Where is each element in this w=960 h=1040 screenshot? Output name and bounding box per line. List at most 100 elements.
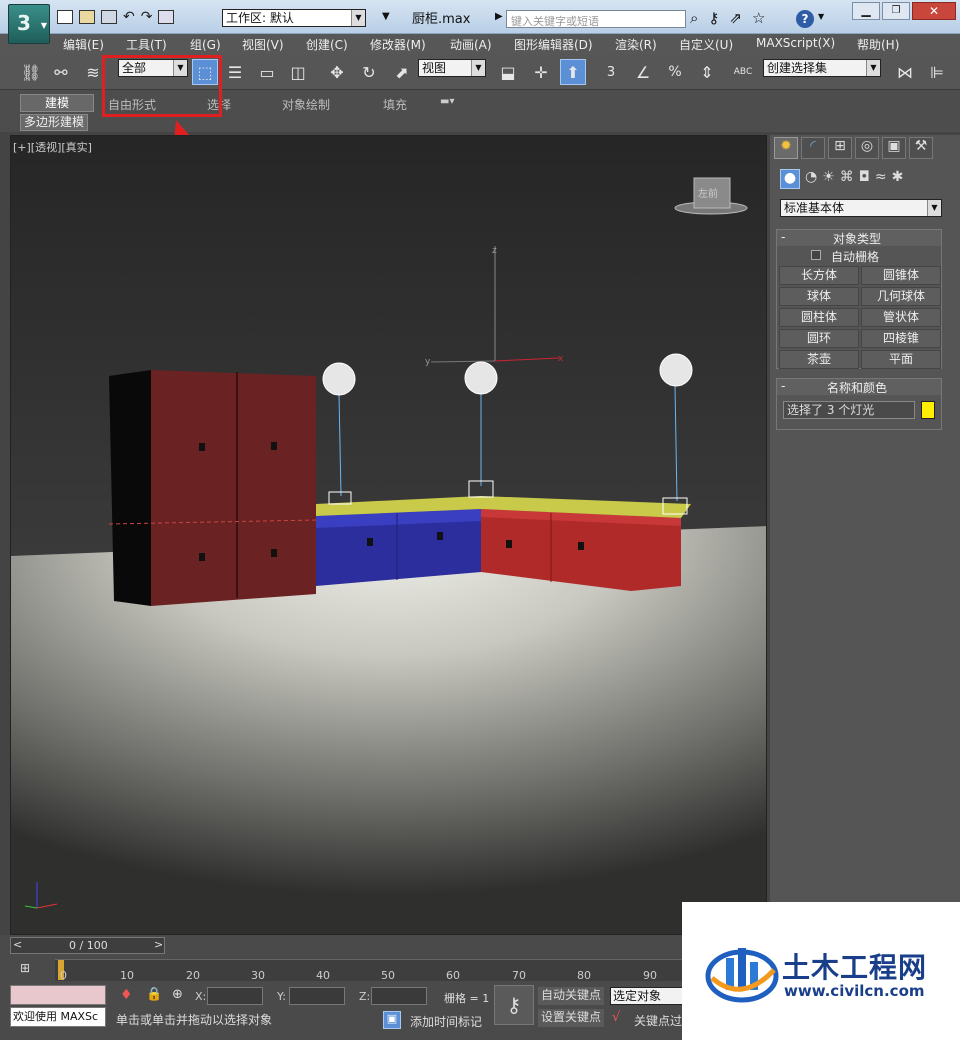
link-icon[interactable]: ⛓ (18, 59, 44, 85)
menu-animation[interactable]: 动画(A) (450, 36, 492, 53)
move-icon[interactable]: ✥ (324, 59, 350, 85)
menu-tools[interactable]: 工具(T) (126, 36, 167, 53)
help-button[interactable]: ? (796, 10, 814, 28)
select-manipulate-icon[interactable]: ✛ (528, 59, 554, 85)
hierarchy-tab-icon[interactable]: ⊞ (828, 137, 852, 159)
create-tab-icon[interactable]: ✹ (774, 137, 798, 159)
menu-edit[interactable]: 编辑(E) (63, 36, 104, 53)
track-filter-icon[interactable]: ⊞ (20, 961, 30, 975)
tab-modeling[interactable]: 建模 (20, 94, 94, 112)
spacewarps-icon[interactable]: ≈ (875, 169, 887, 189)
snap-toggle-icon[interactable]: 3 (598, 59, 624, 85)
search-arrow-icon[interactable]: ▶ (495, 11, 503, 22)
close-button[interactable]: ✕ (912, 2, 956, 20)
utilities-tab-icon[interactable]: ⚒ (909, 137, 933, 159)
search-input[interactable]: 键入关键字或短语 (506, 10, 686, 28)
open-folder-icon[interactable] (79, 10, 95, 24)
autogrid-checkbox[interactable] (811, 250, 821, 260)
spinner-snap-icon[interactable]: ⇕ (694, 59, 720, 85)
key-mode-button[interactable]: ⚷ (494, 985, 534, 1025)
align-icon[interactable]: ⊫ (924, 59, 950, 85)
minimize-button[interactable]: ▁ (852, 2, 880, 20)
rect-selection-icon[interactable]: ▭ (254, 59, 280, 85)
named-selection-dropdown[interactable]: 创建选择集 ▼ (763, 59, 881, 77)
window-crossing-icon[interactable]: ◫ (285, 59, 311, 85)
y-coord-field[interactable] (289, 987, 345, 1005)
project-icon[interactable] (158, 10, 175, 24)
reference-coord-dropdown[interactable]: 视图 ▼ (418, 59, 486, 77)
ribbon-options-icon[interactable]: ▬▾ (440, 96, 454, 107)
menu-create[interactable]: 创建(C) (306, 36, 348, 53)
key-filters-button[interactable]: 关键点过 (634, 1012, 682, 1029)
primitive-type-dropdown[interactable]: 标准基本体 ▼ (780, 199, 942, 217)
cone-button[interactable]: 圆锥体 (861, 266, 941, 285)
motion-tab-icon[interactable]: ◎ (855, 137, 879, 159)
exchange-icon[interactable]: ⇗ (729, 9, 742, 27)
geometry-icon[interactable]: ● (780, 169, 800, 189)
menu-rendering[interactable]: 渲染(R) (615, 36, 657, 53)
box-button[interactable]: 长方体 (779, 266, 859, 285)
edit-named-sel-icon[interactable]: ABC (730, 59, 756, 85)
next-frame-icon[interactable]: > (154, 938, 163, 951)
star-icon[interactable]: ☆ (752, 9, 765, 27)
cylinder-button[interactable]: 圆柱体 (779, 308, 859, 327)
redo-icon[interactable]: ↷ (141, 10, 153, 24)
key-filters-icon[interactable]: √ (612, 1010, 620, 1025)
time-tag-icon[interactable]: ▣ (383, 1011, 401, 1029)
pyramid-button[interactable]: 四棱锥 (861, 329, 941, 348)
add-time-tag-button[interactable]: 添加时间标记 (410, 1013, 482, 1030)
menu-modifiers[interactable]: 修改器(M) (370, 36, 426, 53)
save-icon[interactable] (101, 10, 117, 24)
object-name-field[interactable]: 选择了 3 个灯光 (783, 401, 915, 419)
lights-icon[interactable]: ☀ (822, 169, 835, 189)
menu-views[interactable]: 视图(V) (242, 36, 284, 53)
pivot-icon[interactable]: ⬓ (495, 59, 521, 85)
app-logo-button[interactable]: 3 ▼ (8, 4, 50, 44)
rollout-header[interactable]: - 对象类型 (777, 230, 941, 246)
menu-customize[interactable]: 自定义(U) (679, 36, 733, 53)
new-file-icon[interactable] (57, 10, 73, 24)
time-slider[interactable]: < 0 / 100 > (10, 937, 165, 954)
chevron-down-icon[interactable]: ▼ (818, 12, 824, 21)
unlink-icon[interactable]: ⚯ (48, 59, 74, 85)
auto-key-button[interactable]: 自动关键点 (538, 987, 604, 1005)
keyboard-shortcut-icon[interactable]: ⬆ (560, 59, 586, 85)
menu-maxscript[interactable]: MAXScript(X) (756, 36, 835, 50)
maximize-button[interactable]: ❐ (882, 2, 910, 20)
lock-icon[interactable]: 🔒 (146, 987, 162, 1002)
key-icon[interactable]: ⚷ (708, 9, 719, 27)
tab-object-paint[interactable]: 对象绘制 (282, 96, 330, 113)
object-color-swatch[interactable] (921, 401, 935, 419)
menu-help[interactable]: 帮助(H) (857, 36, 899, 53)
rotate-icon[interactable]: ↻ (356, 59, 382, 85)
tall-cabinet[interactable] (108, 370, 317, 606)
tube-button[interactable]: 管状体 (861, 308, 941, 327)
display-tab-icon[interactable]: ▣ (882, 137, 906, 159)
geosphere-button[interactable]: 几何球体 (861, 287, 941, 306)
mirror-icon[interactable]: ⋈ (892, 59, 918, 85)
dropdown-arrow-icon[interactable]: ▼ (382, 11, 390, 22)
undo-icon[interactable]: ↶ (123, 10, 135, 24)
selected-dropdown[interactable]: 选定对象 (610, 987, 685, 1005)
teapot-button[interactable]: 茶壶 (779, 350, 859, 369)
binoculars-icon[interactable]: ⌕ (690, 9, 698, 27)
isolate-icon[interactable]: ♦ (120, 987, 133, 1003)
systems-icon[interactable]: ✱ (892, 169, 904, 189)
absolute-mode-icon[interactable]: ⊕ (172, 987, 183, 1002)
helpers-icon[interactable]: ◘ (859, 169, 870, 189)
modify-tab-icon[interactable]: ◜ (801, 137, 825, 159)
x-coord-field[interactable] (207, 987, 263, 1005)
cameras-icon[interactable]: ⌘ (840, 169, 854, 189)
rollout-header[interactable]: - 名称和颜色 (777, 379, 941, 395)
torus-button[interactable]: 圆环 (779, 329, 859, 348)
tab-populate[interactable]: 填充 (383, 96, 407, 113)
sphere-button[interactable]: 球体 (779, 287, 859, 306)
menu-group[interactable]: 组(G) (190, 36, 221, 53)
maxscript-listener-mini[interactable] (10, 985, 106, 1005)
shapes-icon[interactable]: ◔ (805, 169, 817, 189)
scale-icon[interactable]: ⬈ (389, 59, 415, 85)
percent-snap-icon[interactable]: % (662, 59, 688, 85)
subtab-polygon-modeling[interactable]: 多边形建模 (20, 114, 88, 131)
angle-snap-icon[interactable]: ∠ (630, 59, 656, 85)
plane-button[interactable]: 平面 (861, 350, 941, 369)
